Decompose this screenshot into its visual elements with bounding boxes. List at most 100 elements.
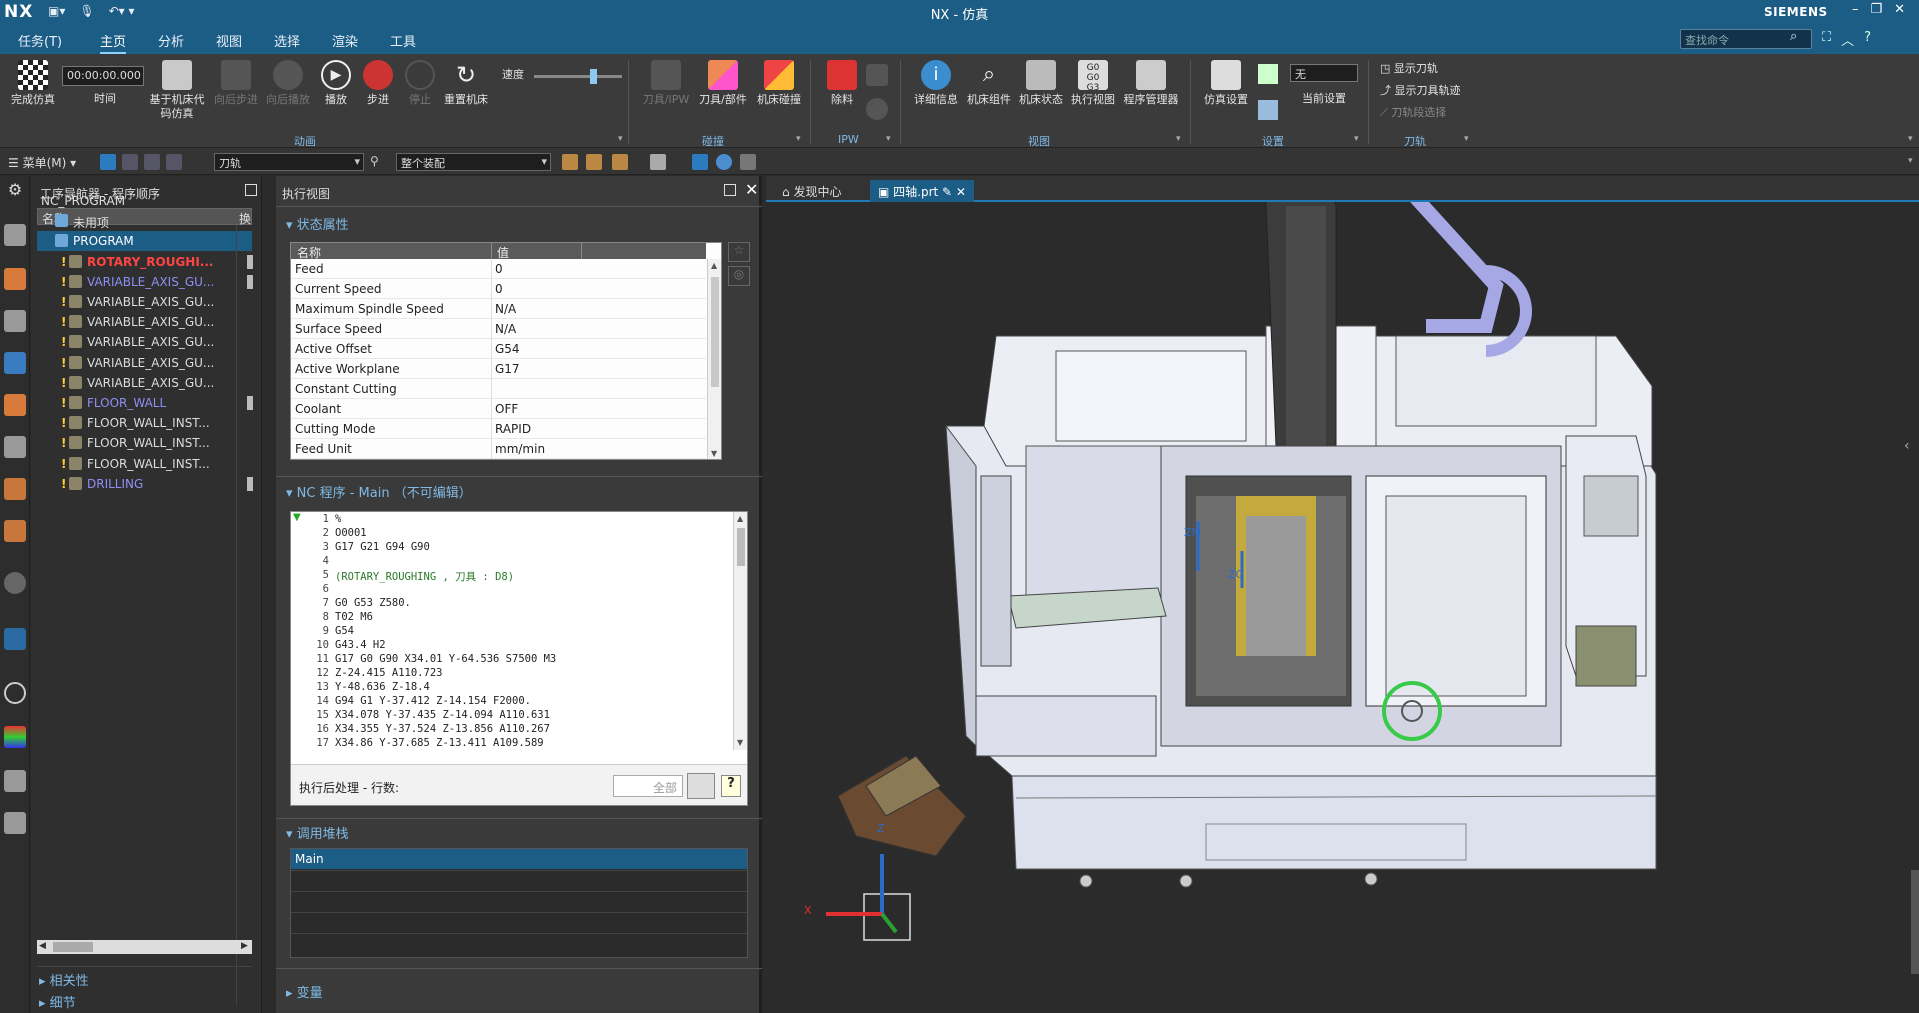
machine-component-button[interactable]: ⌕ 机床组件 <box>964 60 1014 107</box>
speed-slider-thumb[interactable] <box>590 69 597 84</box>
menu-home[interactable]: 主页 <box>100 31 127 54</box>
navigator-row[interactable]: 未用项 <box>37 211 252 231</box>
minimize-button[interactable]: – <box>1852 2 1859 17</box>
navigator-row[interactable]: ! VARIABLE_AXIS_GU... <box>37 272 253 292</box>
rail-machine-icon[interactable] <box>4 394 26 416</box>
panel-maximize-icon[interactable] <box>724 184 736 196</box>
status-row[interactable]: Maximum Spindle Speed N/A <box>291 299 706 319</box>
assembly-scope-select[interactable]: 整个装配 <box>396 153 551 171</box>
tool-part-button[interactable]: 刀具/部件 <box>696 60 750 107</box>
status-row[interactable]: Feed 0 <box>291 259 706 279</box>
step-back-button[interactable]: 向后步进 <box>212 60 260 107</box>
pin-icon[interactable]: ☆ <box>728 242 750 262</box>
fullscreen-icon[interactable]: ⛶ <box>1822 30 1831 49</box>
nc-line[interactable]: 5 (ROTARY_ROUGHING , 刀具 : D8) <box>291 569 731 583</box>
select-list-icon[interactable] <box>166 154 182 170</box>
step-button[interactable]: 步进 <box>360 60 396 107</box>
menu-render[interactable]: 渲染 <box>332 31 358 50</box>
run-postprocess-icon[interactable] <box>687 773 715 799</box>
nc-line[interactable]: 3 G17 G21 G94 G90 <box>291 541 731 555</box>
status-row[interactable]: Feed Unit mm/min <box>291 439 706 459</box>
navigator-row[interactable]: ! FLOOR_WALL_INST... <box>37 433 252 453</box>
nc-line[interactable]: 16 X34.355 Y-37.524 Z-13.856 A110.267 <box>291 723 731 737</box>
rail-tool-icon[interactable] <box>4 520 26 542</box>
navigator-row[interactable]: ! VARIABLE_AXIS_GU... <box>37 373 252 393</box>
nc-line[interactable]: 9 G54 <box>291 625 731 639</box>
tab-part-file[interactable]: ▣ 四轴.prt ✎ ✕ <box>870 180 974 202</box>
menu-select[interactable]: 选择 <box>274 31 300 50</box>
variables-section-header[interactable]: ▸ 变量 <box>286 982 323 1001</box>
navigator-row[interactable]: ! VARIABLE_AXIS_GU... <box>37 292 252 312</box>
rail-tools-icon[interactable] <box>4 770 26 792</box>
navigator-row[interactable]: ! ROTARY_ROUGHI... <box>37 252 253 272</box>
tool-ipw-button[interactable]: 刀具/IPW <box>640 60 692 107</box>
machine-state-button[interactable]: 机床状态 <box>1016 60 1066 107</box>
select-mode-icon[interactable] <box>122 154 138 170</box>
play-back-button[interactable]: 向后播放 <box>264 60 312 107</box>
machine-collision-button[interactable]: 机床碰撞 <box>754 60 804 107</box>
ribbon-expand-icon[interactable]: ▾ <box>1908 134 1913 144</box>
toolpath-segment-item[interactable]: ⟋ 刀轨段选择 <box>1380 104 1446 120</box>
show-tool-trace-item[interactable]: ⤴ 显示刀具轨迹 <box>1380 82 1461 98</box>
exec-view-button[interactable]: G0 G0 G3 执行视图 <box>1068 60 1118 107</box>
play-button[interactable]: ▶ 播放 <box>318 60 354 107</box>
call-stack-section-header[interactable]: ▾ 调用堆栈 <box>286 823 349 842</box>
graphics-viewport[interactable]: X Z ZM ZC ‹ <box>766 176 1919 1013</box>
help-postprocess-icon[interactable]: ? <box>721 775 741 797</box>
current-setting-field[interactable]: 无 <box>1290 64 1358 82</box>
finish-simulation-button[interactable]: 完成仿真 <box>8 60 58 107</box>
settings-icon-b[interactable] <box>1258 100 1278 120</box>
navigator-row[interactable]: ! FLOOR_WALL_INST... <box>37 454 252 474</box>
navigator-row[interactable]: ! VARIABLE_AXIS_GU... <box>37 332 252 352</box>
remove-material-button[interactable]: 除料 <box>822 60 862 107</box>
navigator-row[interactable]: ! VARIABLE_AXIS_GU... <box>37 353 252 373</box>
rail-history-icon[interactable] <box>4 572 26 594</box>
rail-operation-nav-icon[interactable] <box>4 352 26 374</box>
collapse-ribbon-icon[interactable]: ︿ <box>1841 30 1854 49</box>
status-row[interactable]: Active Offset G54 <box>291 339 706 359</box>
navigator-row[interactable]: ! FLOOR_WALL_INST... <box>37 413 252 433</box>
rail-constraint-icon[interactable] <box>4 310 26 332</box>
search-icon[interactable]: ⌕ <box>1790 29 1797 44</box>
restore-button[interactable]: ❐ <box>1871 2 1883 17</box>
rail-reuse-icon[interactable] <box>4 436 26 458</box>
rail-palette-icon[interactable] <box>4 726 26 748</box>
snap-icon-b[interactable] <box>586 154 602 170</box>
navigator-row[interactable]: NC_PROGRAM <box>37 191 252 211</box>
nc-line[interactable]: 4 <box>291 555 731 569</box>
filter-icon[interactable]: ⚲ <box>370 154 386 170</box>
snap-icon-a[interactable] <box>562 154 578 170</box>
nc-line[interactable]: 15 X34.078 Y-37.435 Z-14.094 A110.631 <box>291 709 731 723</box>
details-panel[interactable]: ▸ 细节 <box>39 992 76 1011</box>
nc-line[interactable]: 17 X34.86 Y-37.685 Z-13.411 A109.589 <box>291 737 731 751</box>
status-row[interactable]: Coolant OFF <box>291 399 706 419</box>
wcs-icon[interactable] <box>692 154 708 170</box>
navigator-row[interactable]: ! DRILLING <box>37 474 253 494</box>
rail-assembly-icon[interactable] <box>4 268 26 290</box>
nc-line[interactable]: 11 G17 G0 G90 X34.01 Y-64.536 S7500 M3 <box>291 653 731 667</box>
nc-line[interactable]: 1% <box>291 513 731 527</box>
status-scroll-thumb[interactable] <box>711 277 719 387</box>
stop-button[interactable]: 停止 <box>402 60 438 107</box>
menu-view[interactable]: 视图 <box>216 31 242 50</box>
status-section-header[interactable]: ▾ 状态属性 <box>286 214 349 233</box>
type-filter-select[interactable]: 刀轨 <box>214 153 364 171</box>
status-row[interactable]: Surface Speed N/A <box>291 319 706 339</box>
side-expand-icon[interactable]: ‹ <box>1904 438 1910 454</box>
tab-close-icon[interactable]: ✕ <box>956 185 966 199</box>
nc-line[interactable]: 2 O0001 <box>291 527 731 541</box>
status-row[interactable]: Cutting Mode RAPID <box>291 419 706 439</box>
status-vscrollbar[interactable]: ▲ ▼ <box>707 259 721 459</box>
settings-gear-icon[interactable]: ⚙ <box>4 180 26 202</box>
rail-camera-icon[interactable] <box>4 628 26 650</box>
time-field[interactable]: 00:00:00.000 <box>62 66 144 86</box>
panel-close-icon[interactable]: ✕ <box>745 180 758 199</box>
details-button[interactable]: i 详细信息 <box>910 60 962 107</box>
menu-tools[interactable]: 工具 <box>390 31 416 50</box>
reset-machine-button[interactable]: ↻ 重置机床 <box>440 60 492 107</box>
close-button[interactable]: ✕ <box>1894 2 1905 17</box>
help-icon[interactable]: ? <box>1864 30 1871 49</box>
menu-task[interactable]: 任务(T) <box>18 31 62 50</box>
menu-analysis[interactable]: 分析 <box>158 31 184 50</box>
rail-machine-tool-icon[interactable] <box>4 812 26 834</box>
